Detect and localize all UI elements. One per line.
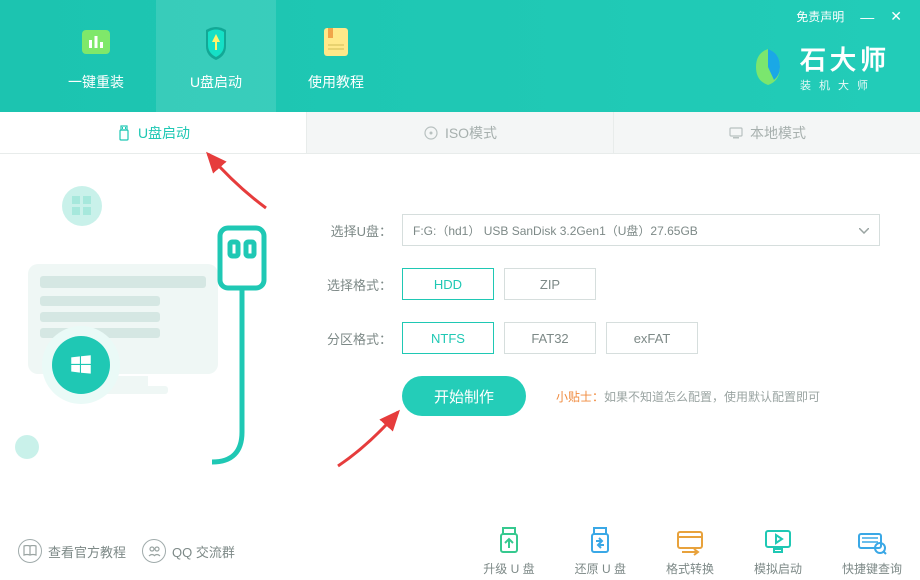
subtab-usb-boot[interactable]: U盘启动 [0,112,307,153]
window-controls: 免责声明 — ✕ [796,8,902,25]
nav-usb-boot[interactable]: U盘启动 [156,0,276,112]
qq-group-link[interactable]: QQ 交流群 [142,539,235,563]
decor-icon [14,434,40,460]
minimize-button[interactable]: — [860,9,874,25]
nav-tutorial-label: 使用教程 [308,72,364,92]
subtab-label: ISO模式 [445,123,497,143]
tutorial-icon [314,20,358,64]
subtab-label: U盘启动 [138,123,190,143]
disclaimer-link[interactable]: 免责声明 [796,8,844,25]
close-button[interactable]: ✕ [890,8,902,25]
windows-icon [52,336,110,394]
iso-icon [423,125,439,141]
bottom-bar: 查看官方教程 QQ 交流群 升级 U 盘 还原 U 盘 格式转换 模拟启动 快捷… [0,522,920,580]
form-area: 选择U盘： F:G:（hd1） USB SanDisk 3.2Gen1（U盘）2… [300,154,920,522]
people-icon [142,539,166,563]
hotkey-lookup-icon [856,526,888,556]
brand-subtitle: 装机大师 [800,77,890,93]
simulate-boot-icon [762,526,794,556]
book-icon [18,539,42,563]
monitor-icon [728,125,744,141]
action-label: 还原 U 盘 [575,560,626,577]
view-tutorial-link[interactable]: 查看官方教程 [18,539,126,563]
format-option-zip[interactable]: ZIP [504,268,596,300]
action-hotkey-lookup[interactable]: 快捷键查询 [842,526,902,577]
subtab-local[interactable]: 本地模式 [614,112,920,153]
restore-usb-icon [584,526,616,556]
content: 选择U盘： F:G:（hd1） USB SanDisk 3.2Gen1（U盘）2… [0,154,920,522]
link-label: 查看官方教程 [48,542,126,561]
disk-select[interactable]: F:G:（hd1） USB SanDisk 3.2Gen1（U盘）27.65GB [402,214,880,246]
link-label: QQ 交流群 [172,542,235,561]
partition-option-fat32[interactable]: FAT32 [504,322,596,354]
tip-label: 小贴士： [556,390,604,404]
monitor-icon [18,254,228,404]
upgrade-usb-icon [493,526,525,556]
tip-text: 如果不知道怎么配置，使用默认配置即可 [604,390,820,404]
decor-icon [60,184,104,228]
disk-select-value: F:G:（hd1） USB SanDisk 3.2Gen1（U盘）27.65GB [413,222,698,239]
subtab-iso[interactable]: ISO模式 [307,112,614,153]
brand-title: 石大师 [800,40,890,77]
format-label: 选择格式： [320,275,392,294]
reinstall-icon [74,20,118,64]
partition-option-exfat[interactable]: exFAT [606,322,698,354]
usb-cable-icon [202,222,282,472]
tip: 小贴士：如果不知道怎么配置，使用默认配置即可 [556,388,820,405]
action-restore-usb[interactable]: 还原 U 盘 [575,526,626,577]
usb-icon [116,125,132,141]
action-label: 格式转换 [666,560,714,577]
action-label: 升级 U 盘 [483,560,534,577]
nav-tutorial[interactable]: 使用教程 [276,0,396,112]
format-convert-icon [674,526,706,556]
action-label: 快捷键查询 [842,560,902,577]
select-disk-label: 选择U盘： [320,221,392,240]
brand-logo-icon [746,45,790,89]
action-simulate-boot[interactable]: 模拟启动 [754,526,802,577]
nav-usb-boot-label: U盘启动 [190,72,242,92]
action-label: 模拟启动 [754,560,802,577]
partition-label: 分区格式： [320,329,392,348]
brand: 石大师 装机大师 [746,40,890,93]
start-create-button[interactable]: 开始制作 [402,376,526,416]
subtabs: U盘启动 ISO模式 本地模式 [0,112,920,154]
nav-reinstall[interactable]: 一键重装 [36,0,156,112]
action-upgrade-usb[interactable]: 升级 U 盘 [483,526,534,577]
partition-option-ntfs[interactable]: NTFS [402,322,494,354]
illustration [0,154,300,522]
usb-shield-icon [194,20,238,64]
action-format-convert[interactable]: 格式转换 [666,526,714,577]
nav-reinstall-label: 一键重装 [68,72,124,92]
subtab-label: 本地模式 [750,123,806,143]
app-header: 一键重装 U盘启动 使用教程 免责声明 — ✕ 石大师 装机大师 [0,0,920,112]
top-nav: 一键重装 U盘启动 使用教程 [0,0,396,112]
chevron-down-icon [859,223,869,237]
format-option-hdd[interactable]: HDD [402,268,494,300]
